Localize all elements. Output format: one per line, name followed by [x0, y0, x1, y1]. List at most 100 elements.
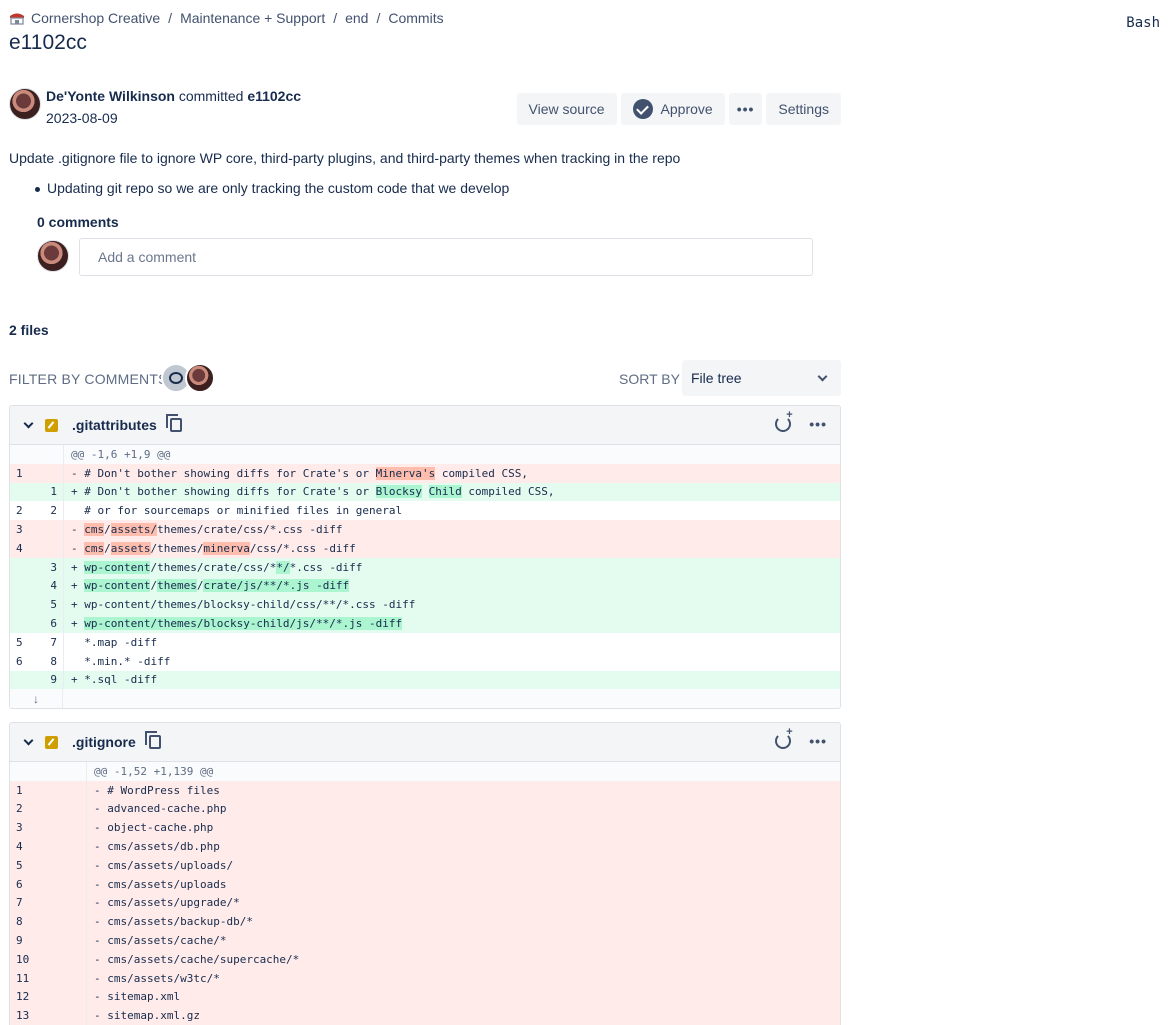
old-line-number[interactable]: 12: [10, 990, 86, 1003]
code-token: +: [71, 579, 85, 593]
old-line-number[interactable]: 5: [10, 636, 36, 649]
breadcrumb-separator: /: [333, 10, 338, 26]
old-line-number[interactable]: 10: [10, 953, 86, 966]
changed-token: assets: [110, 541, 151, 555]
new-line-number[interactable]: 4: [36, 579, 63, 592]
diff-line: 3 - object-cache.php: [10, 818, 840, 838]
diff-line-code: + *.sql -diff: [64, 671, 840, 690]
code-token: /themes/: [150, 541, 204, 555]
diff-line: 8 - cms/assets/backup-db/*: [10, 912, 840, 932]
breadcrumb-commits-link[interactable]: Commits: [388, 10, 443, 26]
breadcrumb-repo-link[interactable]: end: [345, 10, 368, 26]
old-line-number[interactable]: 1: [10, 784, 86, 797]
diff-line: 12 - sitemap.xml: [10, 987, 840, 1007]
diff-line-code: - advanced-cache.php: [94, 802, 227, 816]
old-line-number[interactable]: 6: [10, 655, 36, 668]
changed-token: cms: [84, 523, 105, 537]
old-line-number[interactable]: 3: [10, 821, 86, 834]
code-token: /: [104, 541, 111, 555]
old-line-number[interactable]: 2: [10, 504, 36, 517]
new-line-number[interactable]: 8: [36, 655, 63, 668]
commit-date: 2023-08-09: [46, 110, 118, 126]
diff-line: 4 + wp-content / themes / crate/js/**/*.js -d…: [10, 576, 840, 596]
commit-author[interactable]: De'Yonte Wilkinson: [46, 88, 175, 104]
hunk-header: @@ -1,52 +1,139 @@: [10, 762, 840, 781]
code-token: /css/*.css -diff: [249, 541, 356, 555]
collapse-chevron-icon[interactable]: [23, 418, 34, 428]
old-line-number[interactable]: 3: [10, 523, 36, 536]
new-line-number[interactable]: 5: [36, 598, 63, 611]
diff-line: 1 - # Don't bother showing diffs for Crat…: [10, 463, 840, 483]
breadcrumb-project-link[interactable]: Maintenance + Support: [180, 10, 325, 26]
new-line-number[interactable]: 1: [36, 485, 63, 498]
diff-line-code: - # Don't bother showing diffs for Crate…: [64, 464, 840, 483]
commit-header: De'Yonte Wilkinson committed e1102cc 202…: [9, 86, 841, 134]
changed-token: minerva: [203, 541, 250, 555]
file-name[interactable]: .gitattributes: [72, 417, 157, 433]
filter-user-avatar[interactable]: [185, 363, 215, 393]
author-avatar[interactable]: [9, 88, 41, 120]
new-line-number[interactable]: 2: [36, 504, 63, 517]
old-line-number[interactable]: 9: [10, 934, 86, 947]
file-more-button[interactable]: •••: [809, 416, 827, 432]
diff-line: 22 # or for sourcemaps or minified files…: [10, 501, 840, 521]
workspace-logo-icon: [9, 11, 25, 25]
code-token: compiled CSS,: [461, 485, 555, 499]
diff-line-code: - cms/assets/cache/*: [94, 934, 227, 948]
copy-icon[interactable]: [165, 414, 182, 432]
comment-input[interactable]: Add a comment: [79, 238, 813, 276]
diff-line: 4 - cms / assets/themes/minerva/css/*.css -…: [10, 538, 840, 558]
code-token: +: [71, 560, 85, 574]
commit-bullet-list: Updating git repo so we are only trackin…: [34, 180, 509, 196]
code-token: *.min.* -diff: [71, 654, 171, 668]
expand-down-icon[interactable]: ↓: [10, 689, 63, 709]
file-header-actions: •••: [775, 409, 827, 432]
breadcrumb-workspace-link[interactable]: Cornershop Creative: [31, 10, 160, 26]
file-diff-card: .gitignore ••• @@ -1,52 +1,139 @@ 1 - # W…: [9, 722, 841, 1025]
diff-line-code: + wp-content / themes / crate/js/**/*.js -di…: [64, 577, 840, 596]
comments-count: 0 comments: [37, 214, 119, 230]
old-line-number[interactable]: 1: [10, 467, 36, 480]
diff-line-code: - cms/assets/w3tc/*: [94, 971, 220, 985]
new-line-number[interactable]: 7: [36, 636, 63, 649]
settings-button[interactable]: Settings: [766, 93, 841, 125]
approve-button[interactable]: Approve: [620, 93, 725, 125]
new-line-number[interactable]: 6: [36, 617, 63, 630]
diff-body: @@ -1,52 +1,139 @@ 1 - # WordPress files 2…: [10, 762, 840, 1025]
old-line-number[interactable]: 7: [10, 896, 86, 909]
code-token: /: [196, 579, 204, 593]
code-token: # or for sourcemaps or minified files in…: [71, 504, 403, 518]
changed-token: Child: [428, 485, 462, 499]
add-comment-icon[interactable]: [775, 409, 793, 432]
old-line-number[interactable]: 2: [10, 802, 86, 815]
old-line-number[interactable]: 13: [10, 1009, 86, 1022]
changed-token: cms: [84, 541, 105, 555]
copy-icon[interactable]: [144, 731, 161, 749]
diff-line-code: - cms/assets/cache/supercache/*: [94, 952, 300, 966]
filter-by-comments-label: FILTER BY COMMENTS: [9, 371, 168, 387]
more-actions-button[interactable]: •••: [728, 93, 763, 125]
diff-line: 6 + wp-content/themes/blocksy-child/js/**…: [10, 614, 840, 633]
diff-line-code: - cms / assets/themes/crate/css/*.css -dif…: [64, 520, 840, 539]
file-more-button[interactable]: •••: [809, 733, 827, 749]
old-line-number[interactable]: 4: [10, 840, 86, 853]
view-source-button[interactable]: View source: [516, 93, 617, 125]
diff-line: 3 - cms / assets/themes/crate/css/*.css -di…: [10, 520, 840, 539]
code-token: themes/crate/css/*.css -diff: [157, 523, 343, 537]
approve-label: Approve: [660, 101, 713, 117]
add-comment-icon[interactable]: [775, 726, 793, 749]
code-token: + *.sql -diff: [71, 673, 158, 687]
old-line-number[interactable]: 11: [10, 972, 86, 985]
code-token: *.map -diff: [71, 635, 158, 649]
old-line-number[interactable]: 6: [10, 878, 86, 891]
code-token: + # Don't bother showing diffs for Crate…: [71, 485, 376, 499]
old-line-number[interactable]: 4: [10, 542, 36, 555]
old-line-number[interactable]: 8: [10, 915, 86, 928]
file-name[interactable]: .gitignore: [72, 734, 136, 750]
old-line-number[interactable]: 5: [10, 859, 86, 872]
new-line-number[interactable]: 9: [36, 673, 63, 686]
collapse-chevron-icon[interactable]: [23, 735, 34, 745]
new-line-number[interactable]: 3: [36, 561, 63, 574]
sort-select[interactable]: File tree: [682, 360, 841, 396]
sort-by-label: SORT BY: [619, 371, 680, 387]
